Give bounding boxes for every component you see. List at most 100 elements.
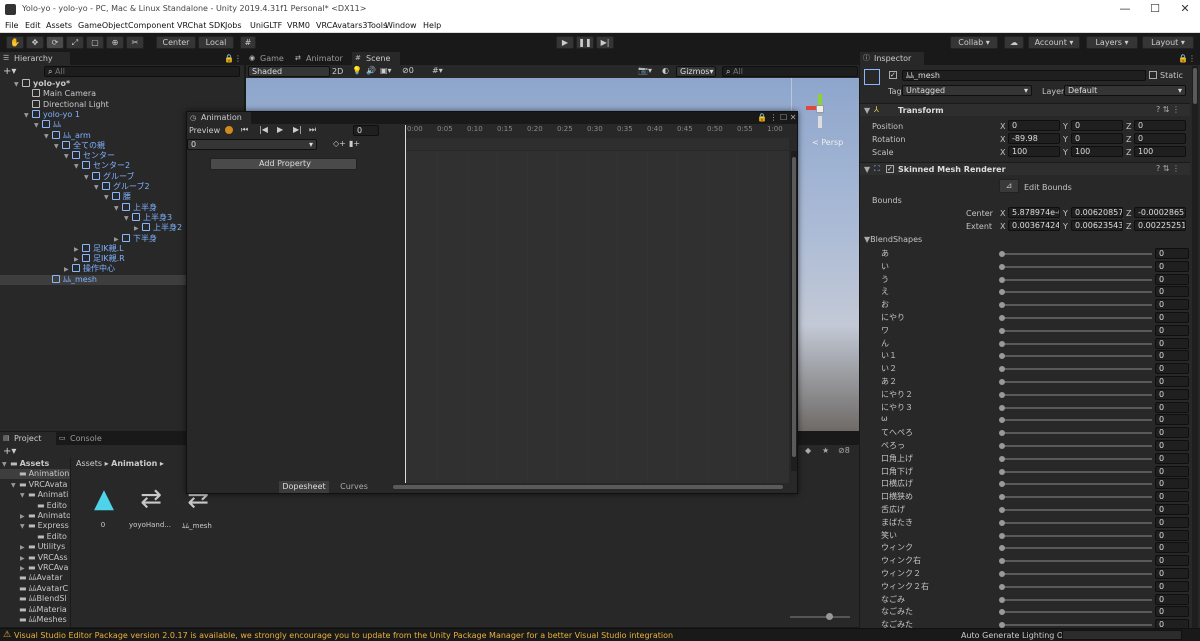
foldout-arrow-icon[interactable]: ▼ [94, 183, 102, 193]
blendshape-value-field[interactable]: 0 [1155, 414, 1189, 426]
blendshape-value-field[interactable]: 0 [1155, 388, 1189, 400]
blendshape-slider-knob[interactable] [999, 532, 1005, 539]
blendshape-slider[interactable] [1002, 329, 1152, 332]
hierarchy-row[interactable]: ▶ 足IK親.L [74, 243, 124, 254]
foldout-arrow-icon[interactable]: ▼ [44, 132, 52, 142]
blendshape-slider[interactable] [1002, 406, 1152, 409]
hierarchy-search-input[interactable]: ⌕ All [44, 66, 240, 77]
tab-scene[interactable]: # Scene [352, 52, 400, 65]
menu-vrm0[interactable]: VRM0 [287, 21, 310, 30]
foldout-arrow-icon[interactable]: ▼ [104, 193, 112, 203]
blendshape-value-field[interactable]: 0 [1155, 376, 1189, 387]
smr-enabled-checkbox[interactable]: ✓ [886, 165, 894, 173]
persp-label[interactable]: < Persp [812, 138, 843, 147]
blendshape-slider[interactable] [1002, 278, 1152, 281]
blendshape-slider-knob[interactable] [999, 251, 1005, 257]
blendshape-value-field[interactable]: 0 [1155, 260, 1189, 272]
blendshape-value-field[interactable]: 0 [1155, 350, 1189, 362]
blendshape-slider-knob[interactable] [999, 519, 1005, 526]
vertical-scrollbar[interactable] [791, 151, 797, 471]
blendshape-value-field[interactable]: 0 [1155, 452, 1189, 464]
project-folder-item[interactable]: ▼ ▬ Animati [20, 490, 68, 500]
foldout-arrow-icon[interactable]: ▼ [74, 162, 82, 172]
blendshape-slider-knob[interactable] [999, 596, 1005, 603]
project-folder-item[interactable]: ▬ ﾑﾑMateria [11, 605, 67, 615]
blendshape-slider[interactable] [1002, 342, 1152, 345]
skinned-mesh-renderer-header[interactable]: ▼ ⛶ ✓ Skinned Mesh Renderer ? ⇅ ⋮ [860, 162, 1190, 175]
blendshape-slider[interactable] [1002, 381, 1152, 383]
grid-toggle-icon[interactable]: #▾ [432, 66, 443, 75]
tab-project[interactable]: ▤ Project [0, 432, 56, 445]
timeline-ruler[interactable]: 0:00 0:05 0:10 0:15 0:20 0:25 0:30 0:35 0:40 0:45… [405, 125, 789, 137]
first-key-icon[interactable]: ⏮ [241, 125, 248, 135]
hierarchy-row[interactable]: ▼ センター [64, 151, 115, 161]
rotation-y-field[interactable]: 0 [1071, 133, 1123, 144]
project-folder-item[interactable]: ▼ ▬ Express [20, 521, 69, 531]
tab-animation[interactable]: ◷ Animation [187, 112, 251, 124]
blendshape-slider-knob[interactable] [999, 609, 1005, 616]
blendshape-slider-knob[interactable] [999, 366, 1005, 373]
asset-label-icon[interactable]: ◆ [805, 446, 811, 455]
blendshape-value-field[interactable]: 0 [1155, 324, 1189, 336]
center-x-field[interactable]: 5.878974e-0 [1008, 207, 1060, 218]
menu-edit[interactable]: Edit [25, 21, 41, 30]
blendshape-slider-knob[interactable] [999, 558, 1005, 565]
blendshape-slider[interactable] [1002, 496, 1152, 499]
asset-item[interactable]: ▲ 0 [80, 484, 126, 534]
gizmo-toggle-icon[interactable]: ◐ [662, 66, 669, 75]
tag-dropdown[interactable]: Untagged ▾ [902, 85, 1032, 96]
pivot-local-toggle[interactable]: Local [198, 36, 234, 49]
layers-dropdown[interactable]: Layers ▾ [1086, 36, 1138, 49]
zoom-slider-knob[interactable] [826, 613, 833, 620]
hierarchy-row[interactable]: ▼ yolo-yo* [14, 79, 70, 89]
close-button[interactable]: ✕ [1178, 2, 1192, 16]
menu-jobs[interactable]: Jobs [225, 21, 242, 30]
play-animation-icon[interactable]: ▶ [277, 125, 283, 134]
cloud-icon[interactable]: ☁ [1004, 36, 1024, 49]
center-z-field[interactable]: -0.00028657 [1134, 207, 1186, 218]
hierarchy-row[interactable]: ▼ 全ての親 [54, 140, 105, 152]
breadcrumb-animation[interactable]: Animation [111, 459, 157, 468]
blendshape-slider[interactable] [1002, 547, 1152, 550]
blendshape-value-field[interactable]: 0 [1155, 478, 1189, 490]
menu-unigltf[interactable]: UniGLTF [250, 21, 282, 30]
pause-button[interactable]: ❚❚ [576, 36, 594, 49]
blendshape-slider[interactable] [1002, 470, 1152, 473]
blendshape-slider[interactable] [1002, 291, 1152, 294]
add-keyframe-icon[interactable]: ◇+ [333, 139, 346, 148]
blendshape-slider[interactable] [1002, 368, 1152, 371]
blendshape-slider-knob[interactable] [999, 263, 1005, 270]
project-folder-item[interactable]: ▬ Edito [29, 532, 67, 542]
menu-window[interactable]: Window [385, 21, 417, 30]
blendshape-value-field[interactable]: 0 [1155, 465, 1189, 477]
favorite-star-icon[interactable]: ★ [822, 446, 829, 455]
hierarchy-row[interactable]: ▼ 上半身3 [124, 212, 172, 223]
playhead-line[interactable] [405, 125, 406, 483]
hierarchy-row[interactable]: ▼ 腰 [104, 192, 131, 202]
last-key-icon[interactable]: ⏭ [309, 125, 316, 135]
project-folder-item[interactable]: ▼ ▬ Assets [2, 459, 49, 469]
blendshape-slider[interactable] [1002, 445, 1152, 447]
foldout-arrow-icon[interactable]: ▼ [64, 152, 72, 162]
tab-hierarchy[interactable]: ☰ Hierarchy [0, 52, 70, 65]
menu-vrchat-sdk[interactable]: VRChat SDK [177, 21, 225, 30]
scale-tool-icon[interactable]: ⤢ [66, 36, 84, 49]
tab-inspector[interactable]: ⓘ Inspector [860, 52, 924, 65]
project-folder-item[interactable]: ▬ ﾑﾑAvatarC [11, 584, 68, 594]
maximize-button[interactable]: ☐ [1148, 2, 1162, 16]
blendshape-slider-knob[interactable] [999, 417, 1005, 424]
zoom-slider[interactable] [790, 616, 850, 618]
blendshape-value-field[interactable]: 0 [1155, 593, 1189, 605]
blendshape-slider[interactable] [1002, 355, 1152, 358]
tab-animator[interactable]: ⇄ Animator [292, 52, 352, 65]
clip-dropdown[interactable]: 0 ▾ [187, 139, 317, 150]
smr-foldout-arrow-icon[interactable]: ▼ [864, 165, 870, 174]
layout-dropdown[interactable]: Layout ▾ [1142, 36, 1194, 49]
foldout-arrow-icon[interactable]: ▼ [54, 142, 62, 152]
transform-help-icons[interactable]: ? ⇅ ⋮ [1156, 105, 1180, 114]
blendshape-slider-knob[interactable] [999, 481, 1005, 488]
blendshape-slider[interactable] [1002, 317, 1152, 319]
scale-x-field[interactable]: 100 [1008, 146, 1060, 157]
static-checkbox[interactable] [1149, 71, 1157, 79]
object-name-input[interactable]: ﾑﾑ_mesh [902, 70, 1146, 81]
